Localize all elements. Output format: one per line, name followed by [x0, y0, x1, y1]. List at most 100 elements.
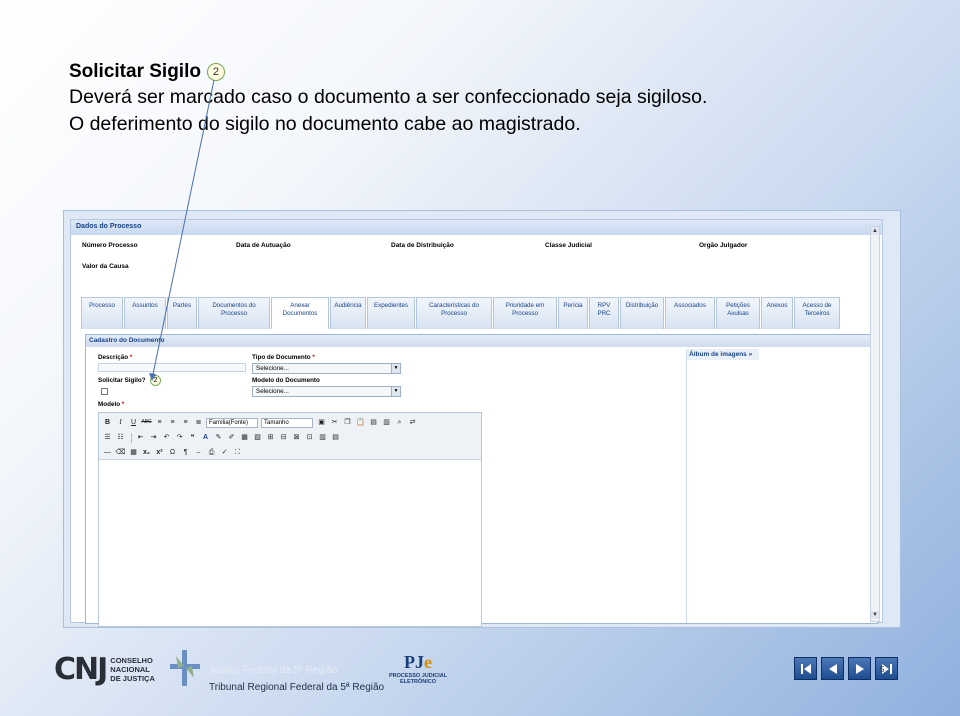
insert-table-icon[interactable]: ▦: [128, 447, 139, 458]
tab-label-line-1: Prioridade em: [505, 302, 545, 309]
special-char-icon[interactable]: Ω: [167, 447, 178, 458]
copy-icon[interactable]: ❐: [342, 417, 353, 428]
tab-label-line-1: Distribuição: [625, 302, 659, 309]
font-size-select[interactable]: Tamanho: [261, 417, 313, 428]
pilcrow-icon[interactable]: ¶: [180, 447, 191, 458]
tab-per-cia[interactable]: Perícia: [558, 297, 588, 329]
undo-icon[interactable]: ↶: [161, 432, 172, 443]
strikethrough-icon[interactable]: ABC: [141, 417, 152, 428]
align-justify-icon[interactable]: ≣: [193, 417, 204, 428]
table-props-icon[interactable]: ▧: [252, 432, 263, 443]
document-panel: Cadastro do Documento « Descrição * Tipo…: [85, 334, 878, 627]
italic-icon[interactable]: I: [115, 417, 126, 428]
descricao-input[interactable]: [98, 363, 246, 372]
page-break-icon[interactable]: ⎯: [193, 447, 204, 458]
paste-word-icon[interactable]: ▥: [381, 417, 392, 428]
tab-assuntos[interactable]: Assuntos: [124, 297, 166, 329]
bullet-list-icon[interactable]: ☰: [102, 432, 113, 443]
tab-partes[interactable]: Partes: [167, 297, 197, 329]
scroll-up-icon[interactable]: ▲: [871, 227, 879, 235]
merge-cells-icon[interactable]: ⊠: [291, 432, 302, 443]
align-left-icon[interactable]: ≡: [154, 417, 165, 428]
tab-label-line-1: Assuntos: [132, 302, 158, 309]
split-cells-icon[interactable]: ⊡: [304, 432, 315, 443]
eraser-icon[interactable]: ⌫: [115, 447, 126, 458]
court-line-2: Tribunal Regional Federal da 5ª Região: [209, 682, 385, 693]
tab-label-line-1: Documentos do: [212, 302, 256, 309]
sigilo-checkbox[interactable]: [101, 388, 108, 395]
tab-peti-es[interactable]: Petições Avulsas: [716, 297, 760, 329]
horizontal-rule-icon[interactable]: —: [102, 447, 113, 458]
numbered-list-icon[interactable]: ☷: [115, 432, 126, 443]
tab-audi-ncia[interactable]: Audiência: [330, 297, 366, 329]
insert-row-icon[interactable]: ⊞: [265, 432, 276, 443]
editor-content-area[interactable]: [99, 460, 481, 626]
print-icon[interactable]: ⎙: [206, 447, 217, 458]
previous-slide-button[interactable]: [821, 657, 844, 680]
modelo-documento-label: Modelo do Documento: [252, 377, 320, 384]
process-panel-header: Dados do Processo: [71, 220, 882, 235]
tab-caracter-sticas-do[interactable]: Características do Processo: [416, 297, 492, 329]
slide-footer: CNJ CONSELHO NACIONAL DE JUSTIÇA Justiça…: [0, 638, 960, 716]
modelo-documento-select[interactable]: Selecione... ▼: [252, 386, 401, 397]
highlight-icon[interactable]: ✎: [213, 432, 224, 443]
find-icon[interactable]: ⌕: [394, 417, 405, 428]
paste-text-icon[interactable]: ▤: [368, 417, 379, 428]
numero-processo-label: Número Processo: [82, 242, 138, 249]
tab-acesso-de[interactable]: Acesso de Terceiros: [794, 297, 840, 329]
pje-mark-e: e: [424, 652, 433, 672]
tab-expedientes[interactable]: Expedientes: [367, 297, 415, 329]
fullscreen-icon[interactable]: ⛶: [232, 447, 243, 458]
scroll-down-icon[interactable]: ▼: [871, 611, 879, 619]
redo-icon[interactable]: ↷: [174, 432, 185, 443]
tab-distribui-o[interactable]: Distribuição: [620, 297, 664, 329]
font-family-select[interactable]: Família(Fonte): [206, 417, 258, 428]
table-rows-icon[interactable]: ▤: [330, 432, 341, 443]
spellcheck-icon[interactable]: ✓: [219, 447, 230, 458]
data-distribuicao-label: Data de Distribuição: [391, 242, 454, 249]
table-icon[interactable]: ▦: [239, 432, 250, 443]
tab-rpv[interactable]: RPV PRC: [589, 297, 619, 329]
tab-label-line-1: Processo: [89, 302, 115, 309]
edit-html-icon[interactable]: ✐: [226, 432, 237, 443]
align-center-icon[interactable]: ≡: [167, 417, 178, 428]
tab-anexos[interactable]: Anexos: [761, 297, 793, 329]
outdent-icon[interactable]: ⇤: [135, 432, 146, 443]
indent-icon[interactable]: ⇥: [148, 432, 159, 443]
tab-anexar[interactable]: Anexar Documentos: [271, 297, 329, 329]
tipo-documento-select[interactable]: Selecione... ▼: [252, 363, 401, 374]
scroll-track[interactable]: [871, 235, 879, 611]
tab-prioridade-em[interactable]: Prioridade em Processo: [493, 297, 557, 329]
vertical-scrollbar[interactable]: ▲ ▼: [870, 226, 880, 622]
table-cols-icon[interactable]: ▥: [317, 432, 328, 443]
slide-title-text: Solicitar Sigilo: [69, 61, 201, 82]
orgao-julgador-label: Orgão Julgador: [699, 242, 748, 249]
first-slide-button[interactable]: [794, 657, 817, 680]
underline-icon[interactable]: U: [128, 417, 139, 428]
court-line-1: Justiça Federal da 5ª Região: [209, 665, 338, 676]
align-right-icon[interactable]: ≡: [180, 417, 191, 428]
last-slide-button[interactable]: [875, 657, 898, 680]
tab-documentos-do[interactable]: Documentos do Processo: [198, 297, 270, 329]
text-box-icon[interactable]: ▣: [316, 417, 327, 428]
bold-icon[interactable]: B: [102, 417, 113, 428]
tab-label-line-2: Processo: [441, 310, 467, 317]
cut-icon[interactable]: ✂: [329, 417, 340, 428]
superscript-icon[interactable]: x²: [154, 447, 165, 458]
tipo-documento-value: Selecione...: [256, 365, 289, 372]
subscript-icon[interactable]: x₂: [141, 447, 152, 458]
delete-row-icon[interactable]: ⊟: [278, 432, 289, 443]
process-info-row: Número Processo Data de Autuação Data de…: [71, 235, 882, 255]
required-mark: *: [312, 354, 315, 361]
album-imagens-link[interactable]: Álbum de imagens »: [687, 349, 759, 360]
tab-associados[interactable]: Associados: [665, 297, 715, 329]
cnj-line-2: NACIONAL: [110, 665, 150, 674]
process-tabs: Processo Assuntos Partes Documentos do Proce…: [81, 297, 878, 329]
next-slide-button[interactable]: [848, 657, 871, 680]
tab-label-line-2: Avulsas: [727, 310, 749, 317]
tab-processo[interactable]: Processo: [81, 297, 123, 329]
blockquote-icon[interactable]: ❝: [187, 432, 198, 443]
font-color-icon[interactable]: A: [200, 432, 211, 443]
replace-icon[interactable]: ⇄: [407, 417, 418, 428]
paste-icon[interactable]: 📋: [355, 417, 366, 428]
